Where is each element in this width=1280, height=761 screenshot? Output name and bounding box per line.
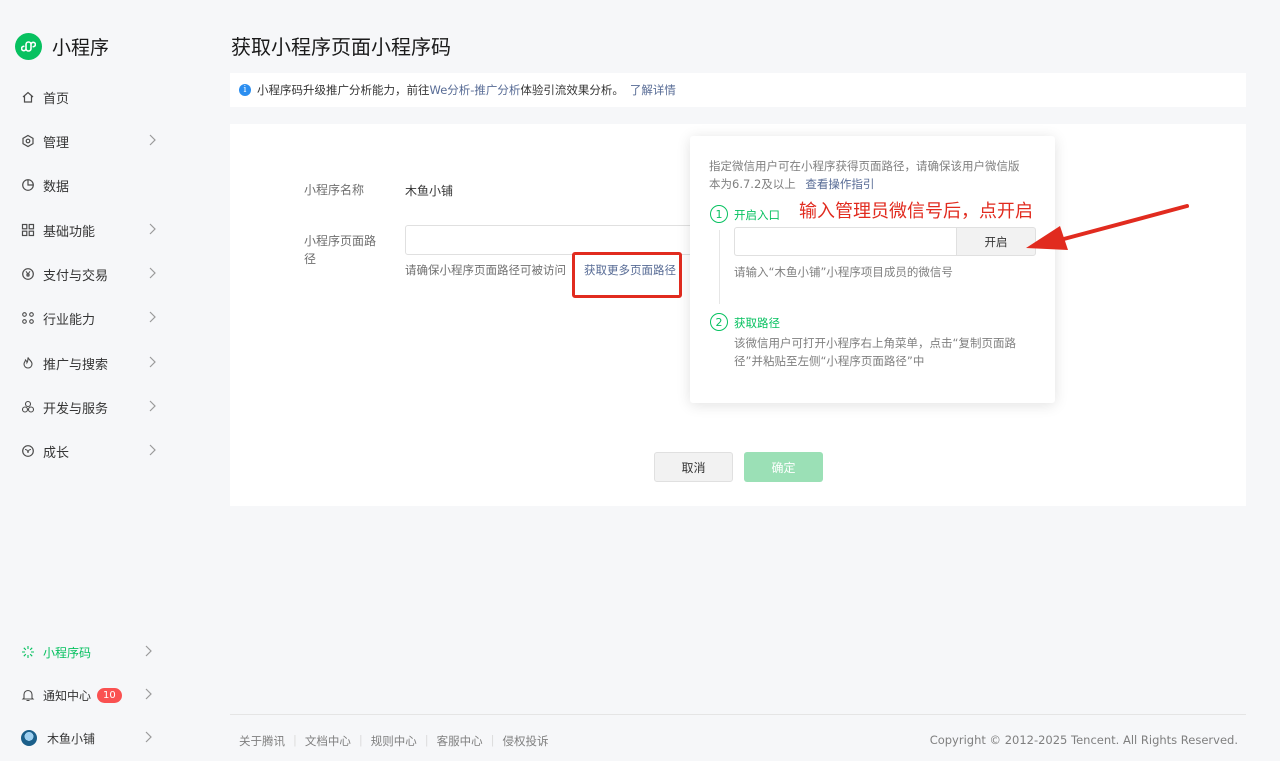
popover-description: 指定微信用户可在小程序获得页面路径，请确保该用户微信版 本为6.7.2及以上 查… [709,157,1039,193]
chevron-right-icon [148,134,156,150]
footer-link-docs[interactable]: 文档中心 [305,733,351,749]
nav-notice-center[interactable]: 通知中心 10 [21,683,161,707]
popover-desc-line1: 指定微信用户可在小程序获得页面路径，请确保该用户微信版 [709,159,1020,173]
chevron-right-icon [144,731,152,746]
chevron-right-icon [148,223,156,239]
footer-separator: | [293,733,297,747]
chevron-right-icon [144,645,152,660]
we-analysis-link[interactable]: We分析-推广分析 [430,82,521,98]
nav-home[interactable]: 首页 [21,85,161,109]
industry-icon [21,311,35,325]
footer-divider [230,714,1246,715]
footer-link-rules[interactable]: 规则中心 [371,733,417,749]
chevron-right-icon [148,267,156,283]
name-value: 木鱼小铺 [405,184,454,198]
app-logo[interactable]: 小程序 [15,33,109,60]
copyright: Copyright © 2012-2025 Tencent. All Right… [929,733,1238,747]
info-icon: i [239,84,251,96]
chevron-right-icon [148,356,156,372]
nav-growth[interactable]: 成长 [21,439,161,463]
popover-desc-line2: 本为6.7.2及以上 查看操作指引 [709,175,1039,193]
path-label-line1: 小程序页面路 [304,234,377,248]
learn-more-link[interactable]: 了解详情 [630,82,676,98]
footer-links: 关于腾讯 | 文档中心 | 规则中心 | 客服中心 | 侵权投诉 [239,733,549,749]
chart-pie-icon [21,178,35,192]
flame-icon [21,356,35,370]
notice-bar: i 小程序码升级推广分析能力，前往 We分析-推广分析 体验引流效果分析。 了解… [230,73,1246,107]
nav-label: 数据 [43,179,70,195]
nav-account[interactable]: 木鱼小铺 [21,726,161,750]
step-1-badge: 1 [710,205,728,223]
step-2-title: 获取路径 [734,316,780,330]
nav-promotion[interactable]: 推广与搜索 [21,351,161,375]
step-2-badge: 2 [710,313,728,331]
home-icon [21,90,35,104]
nav-label: 基础功能 [43,224,96,240]
nav-manage[interactable]: 管理 [21,129,161,153]
chevron-right-icon [148,311,156,327]
path-hint: 请确保小程序页面路径可被访问 [405,263,566,277]
footer-link-support[interactable]: 客服中心 [437,733,483,749]
nav-data[interactable]: 数据 [21,173,161,197]
nav-label: 首页 [43,91,70,107]
nav-industry[interactable]: 行业能力 [21,306,161,330]
annotation-text: 输入管理员微信号后，点开启 [799,201,1033,222]
nav-development[interactable]: 开发与服务 [21,395,161,419]
step-2-description: 该微信用户可打开小程序右上角菜单，点击“复制页面路 径”并粘贴至左侧“小程序页面… [734,334,1034,370]
avatar [21,730,37,746]
chevron-right-icon [148,444,156,460]
account-name: 木鱼小铺 [47,731,96,746]
nav-basic-features[interactable]: 基础功能 [21,218,161,242]
wechat-id-input[interactable] [734,227,958,256]
notice-text: 小程序码升级推广分析能力，前往 [257,83,430,97]
dev-icon [21,400,35,414]
step-2-desc-line2: 径”并粘贴至左侧“小程序页面路径”中 [734,354,925,368]
nav-label: 推广与搜索 [43,357,109,373]
footer-separator: | [424,733,429,747]
path-label: 小程序页面路 径 [304,232,376,268]
nav-label: 通知中心 [43,688,92,703]
notice-text-2: 体验引流效果分析。 [520,83,624,97]
growth-icon [21,444,35,458]
path-label-line2: 径 [304,252,317,266]
mini-program-logo-icon [15,33,42,60]
bell-icon [21,688,35,702]
notice-count-badge: 10 [97,687,122,703]
yen-icon [21,267,35,281]
nav-label: 小程序码 [43,645,92,660]
grid-icon [21,223,35,237]
app-title: 小程序 [52,37,110,59]
get-path-popover: 指定微信用户可在小程序获得页面路径，请确保该用户微信版 本为6.7.2及以上 查… [690,136,1055,403]
manage-icon [21,134,35,148]
name-label: 小程序名称 [304,183,365,197]
chevron-right-icon [144,688,152,703]
footer-separator: | [490,733,495,747]
nav-label: 开发与服务 [43,401,109,417]
highlight-box [572,252,682,298]
nav-label: 管理 [43,135,70,151]
chevron-right-icon [148,400,156,416]
sidebar: 小程序 首页 管理 数据 基础功能 支付与交易 行业能力 推广与搜索 开发与服务 [0,0,178,761]
nav-label: 支付与交易 [43,268,109,284]
nav-label: 行业能力 [43,312,96,328]
footer-separator: | [358,733,363,747]
guide-link[interactable]: 查看操作指引 [805,177,874,191]
cancel-button[interactable]: 取消 [654,452,733,482]
nav-qrcode[interactable]: 小程序码 [21,640,161,664]
nav-label: 成长 [43,445,70,461]
page-path-input[interactable] [405,225,705,255]
step-1-title: 开启入口 [734,208,780,222]
footer-link-infringement[interactable]: 侵权投诉 [503,733,549,749]
version-requirement: 本为6.7.2及以上 [709,177,796,191]
step-2-desc-line1: 该微信用户可打开小程序右上角菜单，点击“复制页面路 [734,336,1016,350]
qrcode-spark-icon [21,645,35,659]
confirm-button[interactable]: 确定 [744,452,823,482]
step-connector [719,230,720,304]
footer-link-about[interactable]: 关于腾讯 [239,733,285,749]
nav-payment[interactable]: 支付与交易 [21,262,161,286]
annotation-arrow-icon [1026,204,1189,250]
page-title: 获取小程序页面小程序码 [231,35,451,59]
wechat-id-hint: 请输入“木鱼小铺”小程序项目成员的微信号 [734,265,953,279]
